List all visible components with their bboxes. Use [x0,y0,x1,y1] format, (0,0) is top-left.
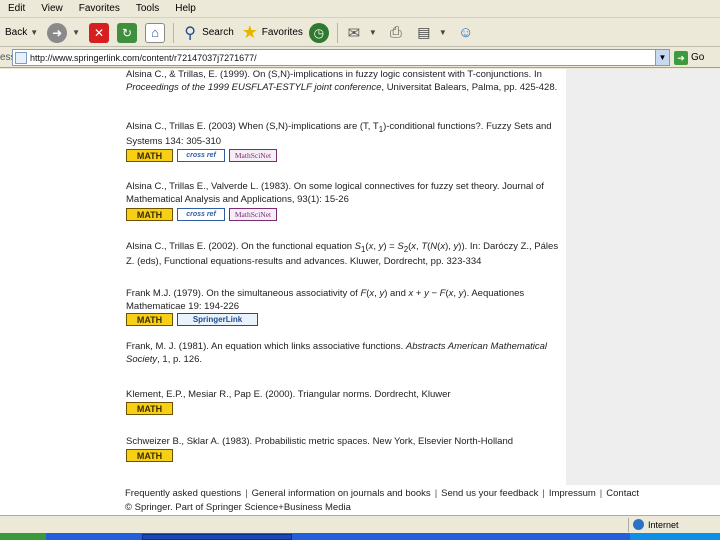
math-link-button[interactable]: MATH [126,313,173,326]
footer-link[interactable]: Impressum [549,488,596,499]
home-icon: ⌂ [145,22,166,43]
mail-icon: ✉ [347,24,361,42]
menu-edit[interactable]: Edit [0,3,33,14]
messenger-button[interactable]: ☺ [453,21,481,45]
menu-help[interactable]: Help [167,3,204,14]
security-zone[interactable]: Internet [628,517,720,532]
reference-entry: Alsina C., & Trillas, E. (1999). On (S,N… [126,69,558,93]
go-button-label: Go [691,52,705,63]
address-input[interactable]: http://www.springerlink.com/content/r721… [12,49,670,66]
refresh-icon: ↻ [117,22,138,43]
messenger-icon: ☺ [458,24,474,41]
taskbar-window-button[interactable] [142,534,292,540]
back-dropdown-icon[interactable]: ▼ [30,28,38,37]
edit-dropdown-icon[interactable]: ▼ [439,28,447,37]
page-viewport[interactable]: Alsina C., & Trillas, E. (1999). On (S,N… [0,69,720,515]
forward-button[interactable]: ➜ ▼ [44,21,86,45]
reference-entry: Schweizer B., Sklar A. (1983). Probabili… [126,436,514,447]
mathscinet-link-button[interactable]: MathSciNet [229,208,277,221]
page-footer: Frequently asked questions | General infor… [122,485,720,515]
math-link-button[interactable]: MATH [126,208,173,221]
mathscinet-link-button[interactable]: MathSciNet [229,149,277,162]
footer-link[interactable]: Send us your feedback [441,488,538,499]
reference-entry: Alsina C., Trillas E. (2003) When (S,N)-… [126,121,552,148]
reference-links: MATH [126,449,173,462]
status-text [0,518,628,532]
address-bar: ess http://www.springerlink.com/content/… [0,48,720,68]
math-link-button[interactable]: MATH [126,449,173,462]
footer-link[interactable]: Frequently asked questions [125,488,241,499]
address-label: ess [0,52,16,63]
search-button[interactable]: ⚲ Search [177,21,237,45]
page-icon [15,51,27,64]
footer-separator: | [434,488,438,499]
mail-button[interactable]: ✉ ▼ [341,21,383,45]
footer-separator: | [599,488,603,499]
taskbar [0,533,720,540]
reference-entry: Frank, M. J. (1981). An equation which l… [126,341,548,365]
footer-copyright: © Springer. Part of Springer Science+Bus… [125,502,351,513]
toolbar-divider [173,22,175,43]
toolbar: Back ▼ ➜ ▼ ✕ ↻ ⌂ ⚲ Search ★ Favorites ◷ … [0,19,720,47]
mail-dropdown-icon[interactable]: ▼ [369,28,377,37]
footer-link[interactable]: Contact [606,488,639,499]
footer-link[interactable]: General information on journals and book… [252,488,431,499]
favorites-button[interactable]: ★ Favorites [237,21,306,45]
menu-bar: Edit View Favorites Tools Help [0,0,720,18]
start-button[interactable] [0,533,46,540]
back-button-label: Back [5,27,28,38]
crossref-link-button[interactable]: cross ref [177,149,225,162]
go-button[interactable]: ➜ Go [674,50,705,65]
status-bar: Internet [0,515,720,533]
crossref-link-button[interactable]: cross ref [177,208,225,221]
history-icon: ◷ [308,22,329,43]
search-button-label: Search [202,27,234,38]
go-arrow-icon: ➜ [674,50,688,65]
forward-dropdown-icon[interactable]: ▼ [72,28,80,37]
footer-links: Frequently asked questions | General infor… [125,488,639,499]
address-url[interactable]: http://www.springerlink.com/content/r721… [30,53,655,63]
address-dropdown-icon[interactable]: ▼ [655,50,669,65]
math-link-button[interactable]: MATH [126,402,173,415]
forward-arrow-icon: ➜ [47,22,68,43]
toolbar-divider [336,22,338,43]
edit-icon: ▤ [417,24,431,40]
references-list: Alsina C., & Trillas, E. (1999). On (S,N… [122,69,566,515]
reference-links: MATH cross ref MathSciNet [126,208,277,221]
refresh-button[interactable]: ↻ [114,21,142,45]
favorites-button-label: Favorites [261,27,303,38]
reference-entry: Klement, E.P., Mesiar R., Pap E. (2000).… [126,389,451,400]
print-icon: ⎙ [389,24,402,41]
history-button[interactable]: ◷ [306,21,334,45]
stop-button[interactable]: ✕ [86,21,114,45]
springerlink-button[interactable]: SpringerLink [177,313,258,326]
reference-links: MATH cross ref MathSciNet [126,149,277,162]
print-button[interactable]: ⎙ [383,21,411,45]
internet-globe-icon [633,519,644,530]
reference-entry: Alsina C., Trillas E. (2002). On the fun… [126,241,559,268]
reference-links: MATH SpringerLink [126,313,258,326]
math-link-button[interactable]: MATH [126,149,173,162]
menu-view[interactable]: View [33,3,71,14]
zone-label: Internet [648,519,679,530]
edit-button[interactable]: ▤ ▼ [411,21,453,45]
favorites-star-icon: ★ [241,22,258,42]
system-tray [630,533,720,540]
reference-entry: Alsina C., Trillas E., Valverde L. (1983… [126,181,544,205]
back-button[interactable]: Back ▼ [2,21,44,45]
search-icon: ⚲ [184,24,196,42]
stop-icon: ✕ [89,22,110,43]
menu-favorites[interactable]: Favorites [71,3,128,14]
home-button[interactable]: ⌂ [142,21,170,45]
footer-separator: | [245,488,248,499]
menu-tools[interactable]: Tools [128,3,167,14]
footer-separator: | [542,488,545,499]
page-right-margin [566,69,720,515]
reference-links: MATH [126,402,173,415]
reference-entry: Frank M.J. (1979). On the simultaneous a… [126,288,525,312]
